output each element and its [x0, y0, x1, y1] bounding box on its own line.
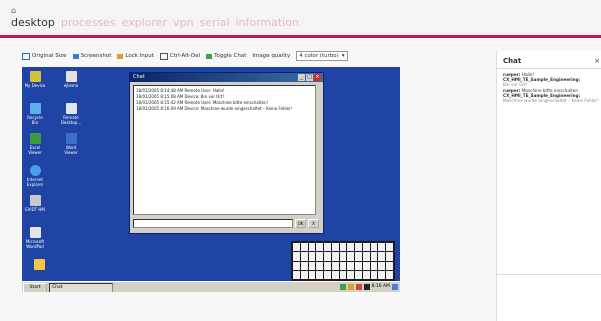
tray-icon[interactable]: [355, 284, 362, 290]
close-icon[interactable]: ×: [594, 57, 600, 65]
tray-icon[interactable]: [339, 284, 346, 290]
toggle-chat-button[interactable]: Toggle Chat: [206, 53, 246, 59]
remote-chat-titlebar[interactable]: Chat _ □ ×: [130, 73, 323, 82]
chat-log-entry: 18/01/2005 8:15:08 AM Device: Bin vor Or…: [136, 94, 225, 99]
desktop-icon-ejkemo[interactable]: ejkemo: [60, 71, 82, 89]
desktop-icon-recycle-bin[interactable]: Recycle Bin: [24, 103, 46, 125]
wordpad-icon: [29, 227, 41, 238]
chat-panel-title: Chat: [503, 57, 522, 65]
hm-icon: [29, 195, 41, 206]
on-screen-keyboard[interactable]: [291, 241, 395, 281]
folder-icon: [33, 259, 45, 270]
chat-message-input[interactable]: [133, 219, 293, 228]
close-chat-button[interactable]: X: [308, 219, 319, 228]
chat-log: 18/01/2005 8:14:48 AM Remote User: Hallo…: [133, 85, 316, 215]
desktop-icon-label: Internet Explorer: [26, 177, 44, 187]
taskbar: Start Chat 8:16 AM: [22, 281, 400, 292]
remote-chat-window: Chat _ □ × 18/01/2005 8:14:48 AM Remote …: [129, 72, 324, 234]
desktop-icon-label: ejkemo: [63, 83, 79, 88]
lock-input-label: Lock Input: [125, 53, 154, 59]
desktop-icon-word-viewer[interactable]: Word Viewer: [60, 133, 82, 155]
system-tray: 8:16 AM: [339, 283, 398, 291]
desktop-icon-label: Word Viewer: [64, 145, 78, 155]
device-icon: [29, 71, 41, 82]
desktop-icon-remote-desktop[interactable]: Remote Desktop...: [60, 103, 82, 125]
nav-explorer[interactable]: explorer: [122, 16, 167, 29]
close-icon[interactable]: ×: [314, 74, 321, 81]
chat-message-text: Maschine wurde eingeschaltet – Keine Feh…: [503, 98, 599, 104]
nav-information[interactable]: information: [235, 16, 299, 29]
desktop-icon-label: My Device: [24, 83, 46, 88]
ctrl-alt-del-icon: [159, 52, 168, 60]
desktop-icon-excel-viewer[interactable]: Excel Viewer: [24, 133, 46, 155]
desktop-icon-label: EVIDT HM: [25, 207, 45, 212]
lock-icon: [117, 53, 124, 59]
home-icon[interactable]: ⌂: [11, 7, 19, 15]
desktop-icon-wordpad[interactable]: Microsoft WordPad: [24, 227, 46, 249]
recycle-bin-icon: [29, 103, 41, 114]
maximize-icon[interactable]: □: [306, 74, 313, 81]
screenshot-button[interactable]: Screenshot: [72, 53, 112, 59]
minimize-icon[interactable]: _: [298, 74, 305, 81]
start-button[interactable]: Start: [23, 283, 47, 292]
top-bar: ⌂ desktop processes explorer vpn serial …: [0, 0, 601, 38]
ctrl-alt-del-button[interactable]: Ctrl-Alt-Del: [159, 52, 201, 60]
chat-log-entry: 18/01/2005 8:14:48 AM Remote User: Hallo…: [136, 88, 225, 93]
ok-button[interactable]: OK: [295, 219, 306, 228]
taskbar-clock: 8:16 AM: [371, 284, 391, 289]
original-size-button[interactable]: Original Size: [22, 52, 67, 60]
quality-label: Image quality: [252, 53, 291, 59]
quality-select[interactable]: 4 color (turbo) ▾: [296, 51, 348, 61]
chat-panel-messages: rueper: Hallo! CX_HMI_TE_Sample_Engineer…: [503, 72, 600, 103]
desktop-icon-label: Microsoft WordPad: [25, 239, 45, 249]
chat-panel: Chat × rueper: Hallo! CX_HMI_TE_Sample_E…: [496, 51, 601, 321]
desktop-icon-folder[interactable]: [28, 259, 50, 272]
folder-icon: [65, 71, 77, 82]
screenshot-label: Screenshot: [80, 53, 112, 59]
main-nav: desktop processes explorer vpn serial in…: [11, 16, 299, 29]
internet-explorer-icon: [29, 165, 41, 176]
word-icon: [65, 133, 77, 144]
original-size-icon: [22, 52, 30, 60]
tray-icon[interactable]: [347, 284, 354, 290]
desktop-icon-label: Remote Desktop...: [60, 115, 82, 125]
remote-chat-title: Chat: [133, 74, 145, 80]
desktop-icon-label: Excel Viewer: [28, 145, 42, 155]
nav-processes[interactable]: processes: [61, 16, 116, 29]
remote-desktop[interactable]: My Device ejkemo Recycle Bin Remote Desk…: [22, 67, 400, 292]
toolbar: Original Size Screenshot Lock Input Ctrl…: [22, 49, 348, 63]
chat-log-entry: 18/01/2005 8:15:42 AM Remote User: Masch…: [136, 100, 269, 105]
keyboard-icon[interactable]: [363, 284, 370, 290]
nav-serial[interactable]: serial: [200, 16, 230, 29]
chevron-down-icon: ▾: [341, 53, 345, 59]
desktop-icon-internet-explorer[interactable]: Internet Explorer: [24, 165, 46, 187]
excel-icon: [29, 133, 41, 144]
quality-value: 4 color (turbo): [299, 53, 339, 59]
taskbar-item-chat[interactable]: Chat: [49, 283, 113, 292]
remote-desktop-icon: [65, 103, 77, 114]
nav-desktop[interactable]: desktop: [11, 16, 55, 29]
toggle-chat-label: Toggle Chat: [214, 53, 247, 59]
lock-input-button[interactable]: Lock Input: [117, 53, 154, 59]
nav-vpn[interactable]: vpn: [173, 16, 193, 29]
tray-icon[interactable]: [392, 284, 398, 290]
original-size-label: Original Size: [32, 53, 67, 59]
chat-log-entry: 18/01/2005 8:16:09 AM Device: Maschine w…: [136, 106, 293, 111]
chat-icon: [206, 53, 213, 59]
screenshot-icon: [72, 53, 79, 59]
desktop-icon-label: Recycle Bin: [27, 115, 43, 125]
desktop-icon-evidt-hm[interactable]: EVIDT HM: [24, 195, 46, 213]
ctrl-alt-del-label: Ctrl-Alt-Del: [169, 53, 201, 59]
desktop-icon-my-device[interactable]: My Device: [24, 71, 46, 89]
